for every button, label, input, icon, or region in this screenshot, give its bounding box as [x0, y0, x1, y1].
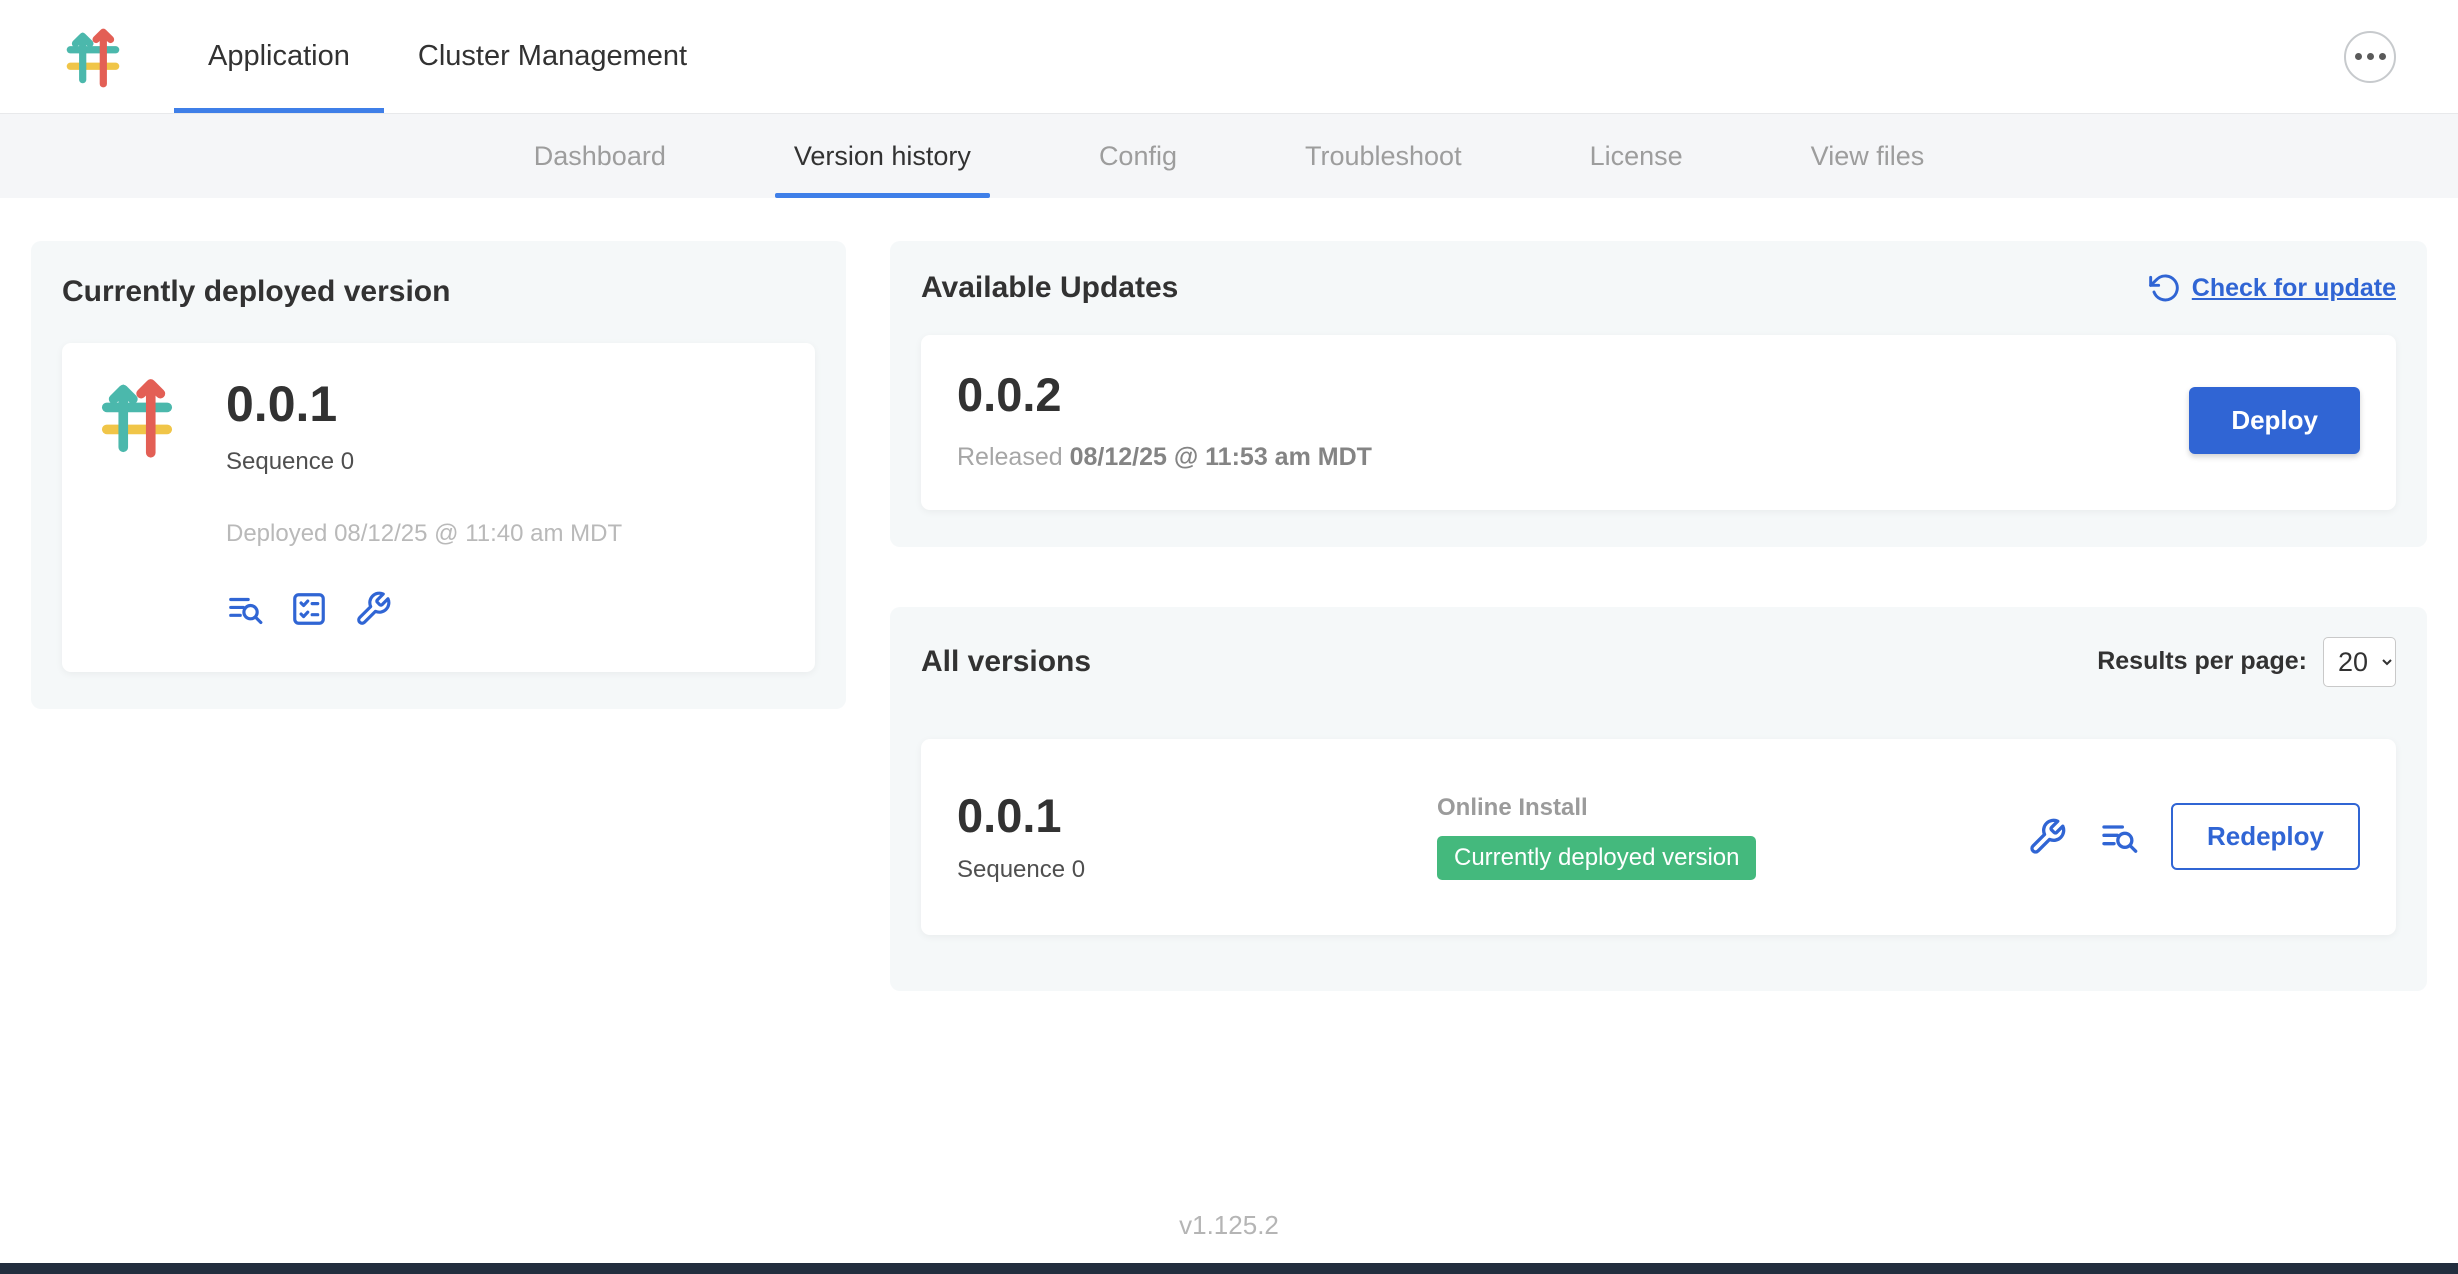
- install-type-label: Online Install: [1437, 794, 2027, 822]
- edit-config-button[interactable]: [354, 590, 392, 628]
- app-version-icon: [93, 373, 181, 632]
- released-date: 08/12/25 @ 11:53 am MDT: [1070, 443, 1372, 471]
- bottom-strip: [0, 1263, 2458, 1274]
- currently-deployed-title: Currently deployed version: [62, 275, 815, 309]
- app-subnav: Dashboard Version history Config Trouble…: [0, 113, 2458, 198]
- released-prefix: Released: [957, 443, 1070, 471]
- deployed-version-number: 0.0.1: [226, 377, 622, 432]
- currently-deployed-badge: Currently deployed version: [1437, 836, 1756, 880]
- deployed-version-actions: [226, 590, 622, 628]
- row-version-number: 0.0.1: [957, 790, 1437, 842]
- wrench-gear-icon: [2027, 817, 2067, 857]
- wrench-gear-icon: [354, 590, 392, 628]
- app-logo-icon: [60, 0, 126, 113]
- all-versions-panel: All versions Results per page: 20 0.0.1 …: [890, 607, 2427, 991]
- deployed-sequence-label: Sequence 0: [226, 448, 622, 476]
- more-menu-button[interactable]: [2344, 31, 2396, 83]
- tab-cluster-management[interactable]: Cluster Management: [384, 0, 721, 113]
- subnav-item-troubleshoot[interactable]: Troubleshoot: [1305, 114, 1462, 198]
- redeploy-button[interactable]: Redeploy: [2171, 803, 2360, 870]
- available-updates-panel: Available Updates Check for update 0.0.2…: [890, 241, 2427, 547]
- logs-icon: [2099, 817, 2139, 857]
- version-row: 0.0.1 Sequence 0 Online Install Currentl…: [921, 739, 2396, 935]
- checklist-icon: [290, 590, 328, 628]
- row-actions: Redeploy: [2027, 803, 2360, 870]
- check-for-update-label: Check for update: [2192, 274, 2396, 303]
- tab-application[interactable]: Application: [174, 0, 384, 113]
- update-card: 0.0.2 Released 08/12/25 @ 11:53 am MDT D…: [921, 335, 2396, 510]
- subnav-item-dashboard[interactable]: Dashboard: [534, 114, 666, 198]
- top-tabs: Application Cluster Management: [174, 0, 721, 113]
- subnav-item-view-files[interactable]: View files: [1811, 114, 1925, 198]
- deploy-button[interactable]: Deploy: [2189, 387, 2360, 454]
- ellipsis-icon: [2367, 53, 2374, 60]
- results-per-page-label: Results per page:: [2097, 647, 2307, 676]
- logs-icon: [226, 590, 264, 628]
- main-content: Currently deployed version 0.0.1 Sequenc…: [0, 198, 2458, 991]
- all-versions-title: All versions: [921, 645, 1091, 679]
- check-for-update-link[interactable]: Check for update: [2148, 272, 2396, 304]
- console-version-label: v1.125.2: [0, 1210, 2458, 1241]
- currently-deployed-panel: Currently deployed version 0.0.1 Sequenc…: [31, 241, 846, 709]
- row-view-logs-button[interactable]: [2099, 817, 2139, 857]
- results-per-page: Results per page: 20: [2097, 637, 2396, 687]
- deployed-timestamp: Deployed 08/12/25 @ 11:40 am MDT: [226, 520, 622, 548]
- subnav-item-config[interactable]: Config: [1099, 114, 1177, 198]
- view-logs-button[interactable]: [226, 590, 264, 628]
- deployed-version-card: 0.0.1 Sequence 0 Deployed 08/12/25 @ 11:…: [62, 343, 815, 672]
- top-bar: Application Cluster Management: [0, 0, 2458, 113]
- results-per-page-select[interactable]: 20: [2323, 637, 2396, 687]
- preflight-checks-button[interactable]: [290, 590, 328, 628]
- available-updates-title: Available Updates: [921, 271, 1178, 305]
- refresh-icon: [2148, 272, 2180, 304]
- update-released-line: Released 08/12/25 @ 11:53 am MDT: [957, 443, 1372, 472]
- row-sequence-label: Sequence 0: [957, 856, 1437, 884]
- footer: v1.125.2: [0, 1210, 2458, 1274]
- row-edit-config-button[interactable]: [2027, 817, 2067, 857]
- update-version-number: 0.0.2: [957, 369, 1372, 421]
- subnav-item-version-history[interactable]: Version history: [794, 114, 971, 198]
- subnav-item-license[interactable]: License: [1590, 114, 1683, 198]
